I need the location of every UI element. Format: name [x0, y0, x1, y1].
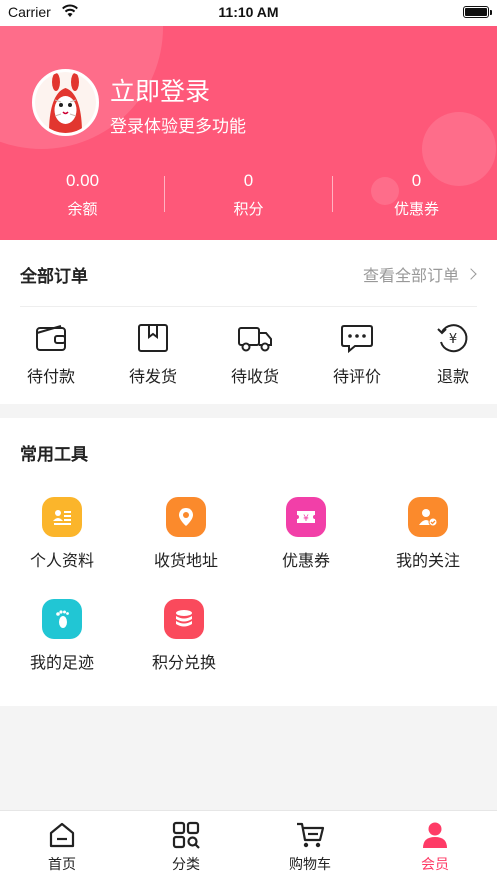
tool-label: 积分兑换 — [151, 653, 216, 672]
tool-coupons[interactable]: ¥ 优惠券 — [244, 497, 368, 571]
battery-icon — [463, 6, 489, 18]
points-stack-icon — [164, 599, 204, 639]
tool-footprints[interactable]: 我的足迹 — [0, 599, 124, 673]
category-icon — [172, 821, 200, 849]
clock: 11:10 AM — [218, 4, 279, 20]
coupon-icon: ¥ — [286, 497, 326, 537]
stat-value: 0 — [243, 171, 254, 190]
home-icon — [49, 822, 75, 848]
location-pin-icon — [166, 497, 206, 537]
order-label: 退款 — [436, 367, 469, 386]
stat-points[interactable]: 0 积分 — [166, 171, 331, 219]
tab-member[interactable]: 会员 — [373, 811, 497, 883]
tools-card: 常用工具 个人资料 收货地址 ¥ 优惠券 我的关注 我的足迹 积分兑换 — [0, 418, 497, 706]
stat-value: 0 — [411, 171, 422, 190]
order-refund[interactable]: ¥ 退款 — [413, 320, 493, 387]
order-pending-payment[interactable]: 待付款 — [11, 320, 91, 387]
tab-category[interactable]: 分类 — [124, 811, 248, 883]
refund-icon: ¥ — [437, 324, 468, 353]
wallet-icon — [36, 325, 66, 351]
chevron-right-icon — [465, 268, 477, 280]
stat-divider — [164, 176, 165, 212]
comment-icon — [341, 325, 373, 354]
svg-text:¥: ¥ — [303, 514, 309, 524]
order-pending-shipment[interactable]: 待发货 — [113, 320, 193, 387]
tool-label: 收货地址 — [153, 551, 218, 570]
orders-title: 全部订单 — [20, 267, 88, 287]
tab-label: 首页 — [48, 857, 76, 873]
profile-card-icon — [42, 497, 82, 537]
stat-balance[interactable]: 0.00 余额 — [0, 171, 165, 219]
status-bar: Carrier 11:10 AM — [0, 0, 497, 26]
cart-icon — [297, 822, 325, 848]
login-subtitle: 登录体验更多功能 — [110, 117, 246, 137]
stat-label: 优惠券 — [393, 200, 439, 218]
truck-icon — [238, 327, 272, 352]
tab-label: 分类 — [172, 857, 200, 873]
order-label: 待发货 — [128, 367, 177, 386]
order-pending-receipt[interactable]: 待收货 — [215, 320, 295, 387]
stat-value: 0.00 — [65, 171, 100, 190]
tools-title: 常用工具 — [20, 445, 88, 465]
avatar-bunny-icon — [35, 72, 96, 133]
package-icon — [138, 324, 168, 352]
order-label: 待收货 — [230, 367, 279, 386]
battery-tip — [490, 10, 492, 15]
stat-label: 积分 — [233, 200, 264, 218]
stat-label: 余额 — [67, 200, 98, 218]
avatar[interactable] — [32, 69, 99, 136]
tool-profile[interactable]: 个人资料 — [0, 497, 124, 571]
follow-user-icon — [408, 497, 448, 537]
profile-header: 立即登录 登录体验更多功能 0.00 余额 0 积分 0 优惠券 — [0, 26, 497, 240]
orders-card: 全部订单 查看全部订单 待付款 待发货 待收货 待评价 ¥ 退款 — [0, 240, 497, 404]
tab-home[interactable]: 首页 — [0, 811, 124, 883]
tool-label: 我的关注 — [395, 551, 460, 570]
divider — [20, 306, 477, 307]
tool-points-exchange[interactable]: 积分兑换 — [122, 599, 246, 673]
stat-coupons[interactable]: 0 优惠券 — [334, 171, 497, 219]
order-pending-review[interactable]: 待评价 — [317, 320, 397, 387]
tab-cart[interactable]: 购物车 — [248, 811, 372, 883]
tool-label: 我的足迹 — [29, 653, 94, 672]
tool-label: 个人资料 — [29, 551, 94, 570]
order-label: 待付款 — [26, 367, 75, 386]
tab-label: 购物车 — [289, 857, 331, 873]
tool-address[interactable]: 收货地址 — [124, 497, 248, 571]
order-label: 待评价 — [332, 367, 381, 386]
tab-label: 会员 — [421, 857, 449, 873]
login-title[interactable]: 立即登录 — [110, 72, 210, 108]
tab-bar: 首页 分类 购物车 会员 — [0, 810, 497, 883]
footprint-icon — [42, 599, 82, 639]
tool-following[interactable]: 我的关注 — [366, 497, 490, 571]
view-all-orders-label: 查看全部订单 — [362, 266, 459, 285]
tool-label: 优惠券 — [281, 551, 330, 570]
stat-divider — [332, 176, 333, 212]
member-icon — [423, 822, 447, 848]
svg-text:¥: ¥ — [449, 332, 457, 347]
view-all-orders-link[interactable]: 查看全部订单 — [362, 262, 477, 286]
